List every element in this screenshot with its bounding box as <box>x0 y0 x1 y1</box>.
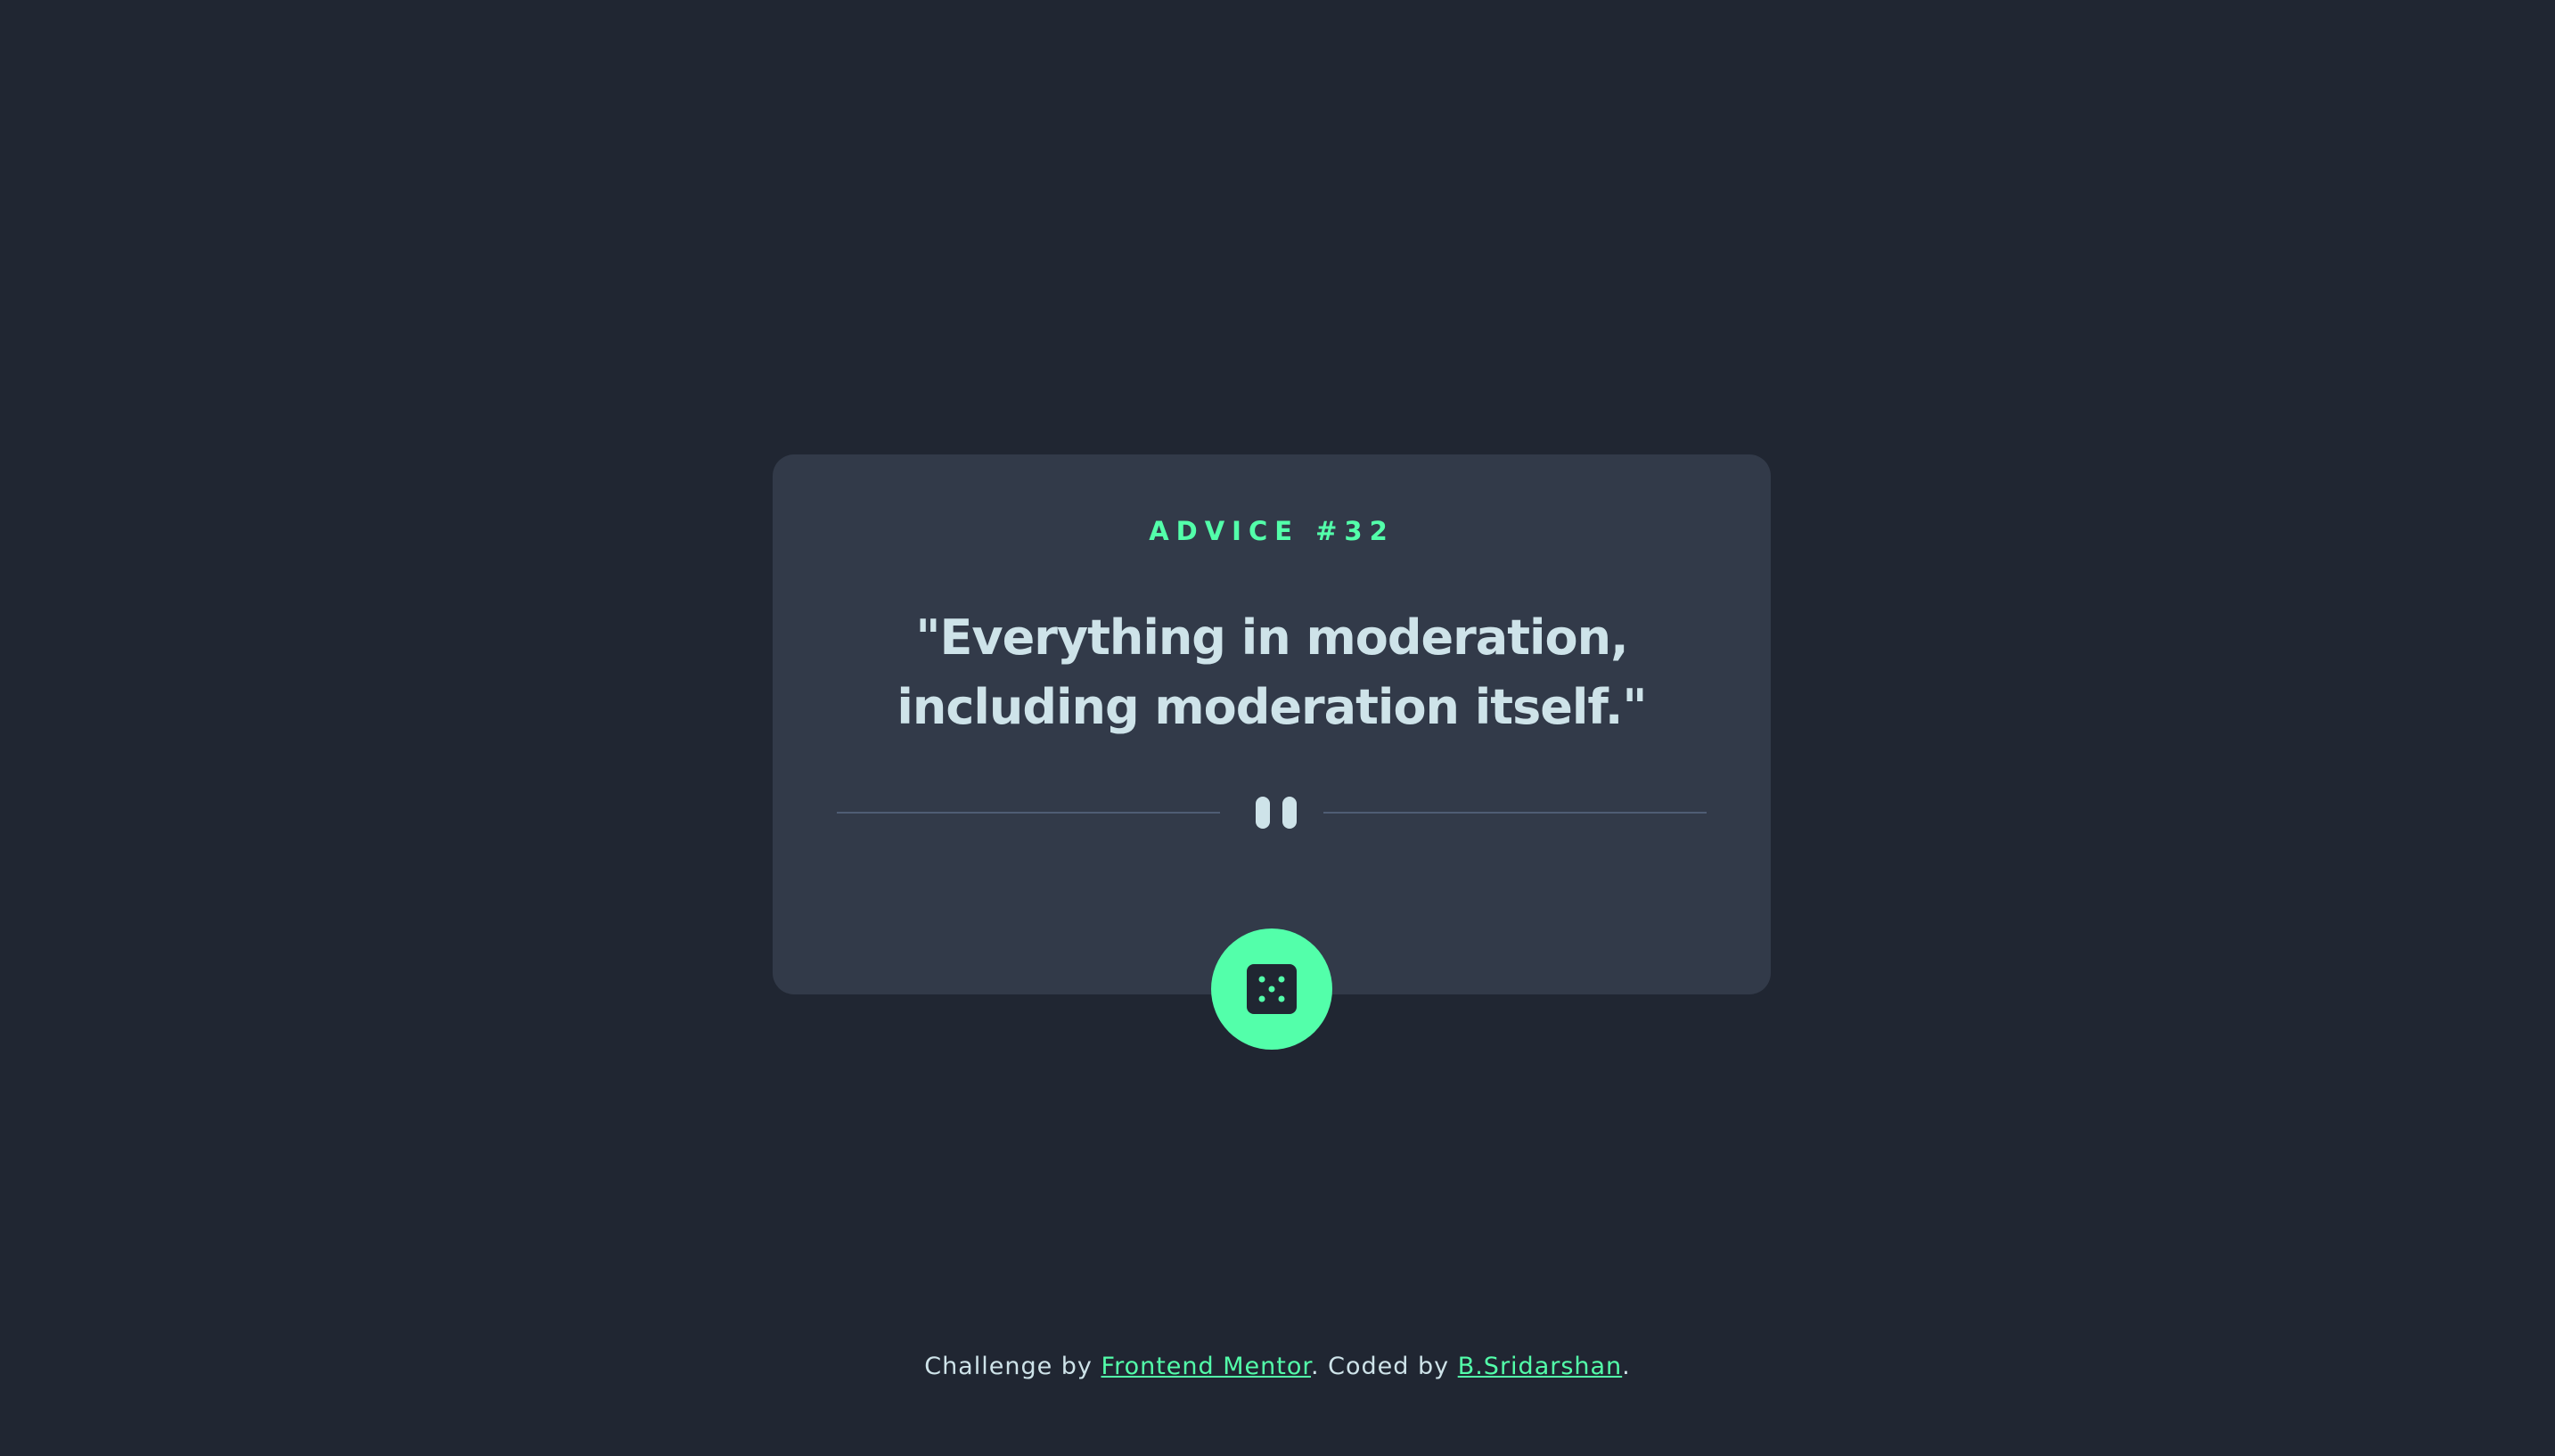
footer-prefix: Challenge by <box>924 1353 1101 1380</box>
advice-card: ADVICE #32 "Everything in moderation, in… <box>773 454 1771 1050</box>
new-advice-button[interactable] <box>1211 928 1332 1050</box>
footer-suffix: . <box>1622 1353 1631 1380</box>
advice-number: ADVICE #32 <box>1149 516 1395 546</box>
dice-icon <box>1247 964 1297 1014</box>
frontend-mentor-link[interactable]: Frontend Mentor <box>1101 1353 1311 1380</box>
advice-quote: "Everything in moderation, including mod… <box>897 609 1647 735</box>
pause-bar-left <box>1256 797 1270 829</box>
footer-middle: . Coded by <box>1310 1353 1458 1380</box>
divider-line-right <box>1323 812 1707 814</box>
divider-line-left <box>837 812 1220 814</box>
attribution-footer: Challenge by Frontend Mentor. Coded by B… <box>0 1351 2555 1383</box>
pause-bar-right <box>1282 797 1297 829</box>
pause-icon <box>1256 797 1297 829</box>
pattern-divider <box>837 795 1707 830</box>
author-link[interactable]: B.Sridarshan <box>1458 1353 1622 1380</box>
